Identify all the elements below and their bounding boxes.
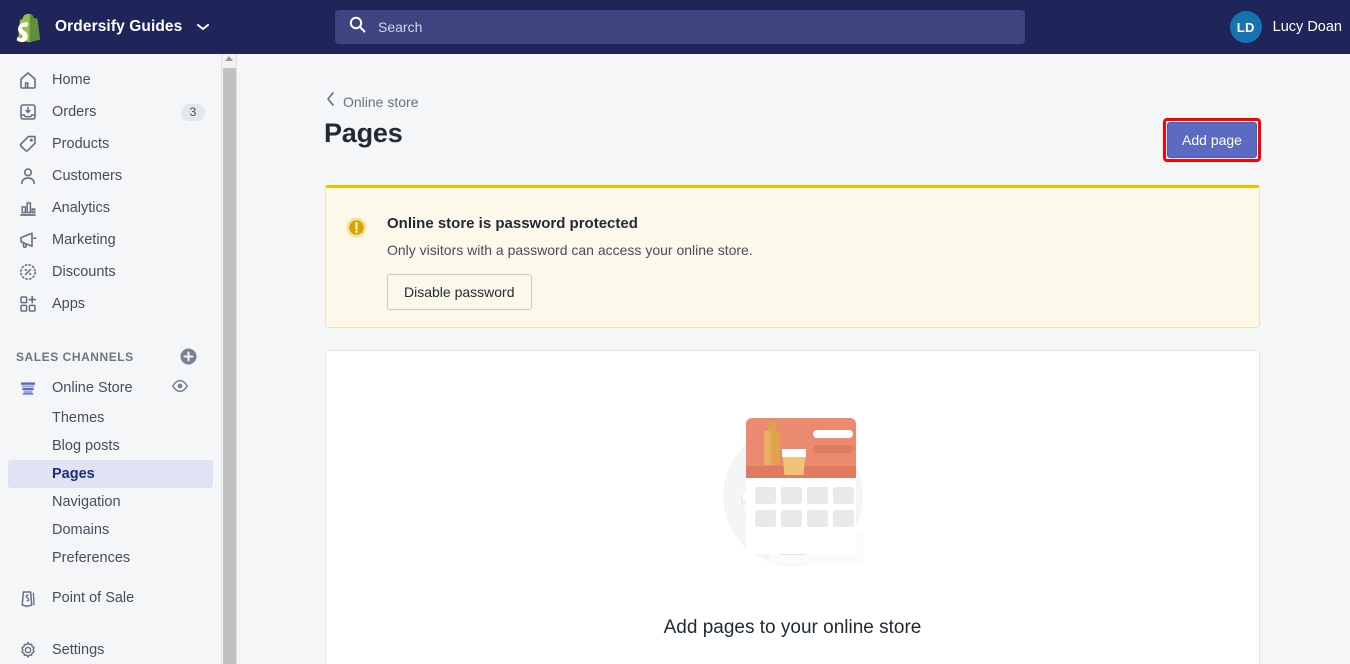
eye-icon[interactable] [171,379,189,398]
caret-up-icon[interactable] [225,56,233,61]
user-menu[interactable]: LD Lucy Doan [1229,0,1350,54]
apps-grid-plus-icon [16,292,40,316]
sidebar-item-label: Customers [52,168,123,184]
primary-nav: Home Orders 3 Products Customers Analyti… [0,54,221,664]
sidebar-item-label: Apps [52,296,86,312]
breadcrumb[interactable]: Online store [326,92,418,111]
empty-state-title: Add pages to your online store [663,617,922,638]
sidebar-item-domains[interactable]: Domains [8,516,213,544]
orders-inbox-icon [16,100,40,124]
sidebar-item-label: Online Store [52,380,133,396]
sidebar-item-label: Analytics [52,200,111,216]
sidebar-item-label: Discounts [52,264,116,280]
discounts-percent-icon [16,260,40,284]
search-input-box[interactable]: Search [335,10,1025,44]
disable-password-button[interactable]: Disable password [387,274,532,310]
scrollbar-thumb[interactable] [223,68,236,664]
sidebar-item-point-of-sale[interactable]: Point of Sale [8,582,213,614]
point-of-sale-icon [16,586,40,610]
chevron-down-icon[interactable] [197,18,210,36]
sidebar-scrollbar[interactable] [222,54,237,664]
sidebar-item-navigation[interactable]: Navigation [8,488,213,516]
sidebar-subitem-label: Preferences [52,550,131,566]
sidebar-item-marketing[interactable]: Marketing [8,224,213,256]
sidebar-item-label: Products [52,136,110,152]
customers-person-icon [16,164,40,188]
sidebar-item-label: Orders [52,104,97,120]
add-page-annotation: Add page [1163,118,1261,162]
search-icon [349,16,366,38]
sidebar-subitem-label: Themes [52,410,105,426]
sidebar-subitem-label: Domains [52,522,110,538]
sidebar-item-apps[interactable]: Apps [8,288,213,320]
banner-title: Online store is password protected [387,215,638,232]
sidebar-item-label: Home [52,72,91,88]
sidebar-item-label: Marketing [52,232,116,248]
sidebar-item-blog-posts[interactable]: Blog posts [8,432,213,460]
nav-divider-gap [0,320,221,340]
marketing-megaphone-icon [16,228,40,252]
home-icon [16,68,40,92]
search-field[interactable]: Search [335,10,1025,44]
sidebar-item-home[interactable]: Home [8,64,213,96]
storefront-icon [16,376,40,400]
sales-channels-title: SALES CHANNELS [16,350,134,364]
user-name: Lucy Doan [1272,19,1342,35]
shopify-bag-icon [14,11,44,43]
sidebar-item-themes[interactable]: Themes [8,404,213,432]
analytics-bars-icon [16,196,40,220]
avatar: LD [1229,11,1262,43]
plus-circle-icon[interactable] [180,348,197,370]
brand-name: Ordersify Guides [55,18,183,35]
pages-illustration [703,404,883,589]
chevron-left-icon [326,92,335,111]
sidebar-subitem-label: Blog posts [52,438,120,454]
sidebar-item-customers[interactable]: Customers [8,160,213,192]
add-page-button[interactable]: Add page [1167,122,1257,158]
sidebar-item-settings[interactable]: Settings [8,634,213,664]
sidebar-item-orders[interactable]: Orders 3 [8,96,213,128]
orders-badge: 3 [181,103,205,121]
sidebar-item-products[interactable]: Products [8,128,213,160]
breadcrumb-label: Online store [343,93,419,110]
sidebar-subitem-label: Navigation [52,494,121,510]
page-title: Pages [324,118,403,148]
empty-state-card: Add pages to your online store [325,350,1260,664]
sidebar: Home Orders 3 Products Customers Analyti… [0,54,222,664]
sidebar-item-analytics[interactable]: Analytics [8,192,213,224]
products-tag-icon [16,132,40,156]
main-content: Online store Pages Add page Online store… [238,54,1350,664]
banner-description: Only visitors with a password can access… [387,242,753,258]
sidebar-item-label: Settings [52,642,105,658]
sidebar-item-pages[interactable]: Pages [8,460,213,488]
sidebar-subitem-label: Pages [52,466,95,482]
alert-circle-icon [346,217,367,243]
brand-store-switcher[interactable]: Ordersify Guides [0,11,216,43]
sidebar-item-online-store[interactable]: Online Store [8,372,213,404]
sales-channels-header: SALES CHANNELS [0,342,221,372]
password-protected-banner: Online store is password protected Only … [325,185,1260,328]
sidebar-item-discounts[interactable]: Discounts [8,256,213,288]
top-bar: Ordersify Guides Search LD Lucy Doan [0,0,1350,54]
search-placeholder: Search [378,19,423,35]
sidebar-item-preferences[interactable]: Preferences [8,544,213,572]
gear-icon [16,638,40,662]
sidebar-item-label: Point of Sale [52,590,135,606]
